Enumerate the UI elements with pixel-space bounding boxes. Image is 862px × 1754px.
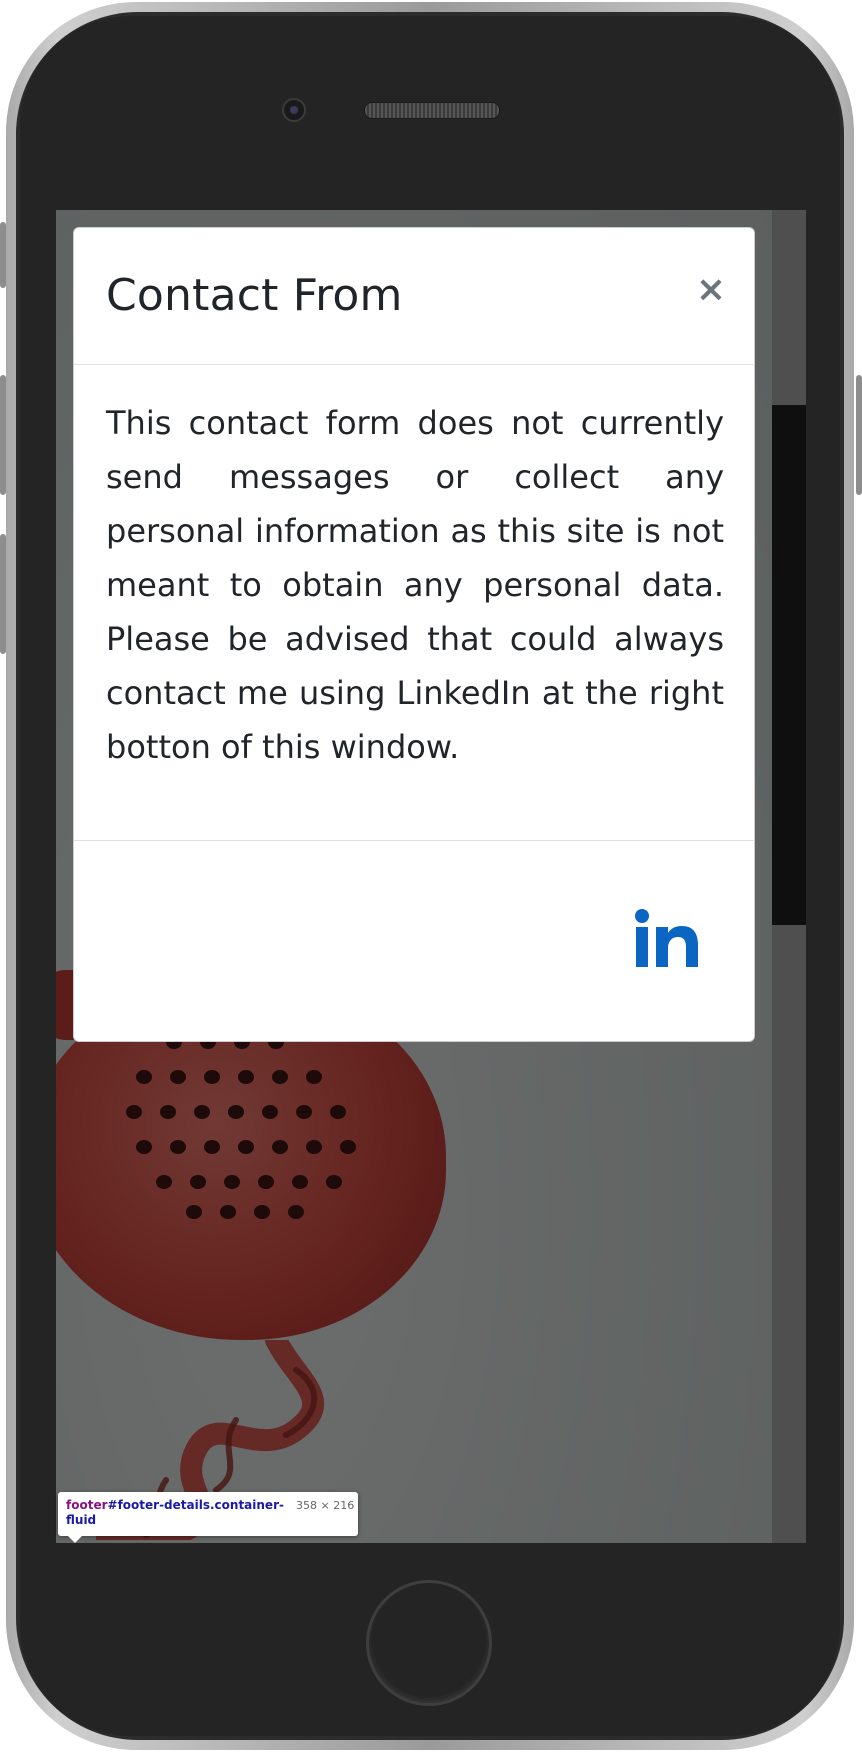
modal-header: Contact From × (74, 228, 754, 365)
modal-body-text: This contact form does not currently sen… (106, 404, 724, 766)
close-button[interactable]: × (691, 268, 731, 312)
volume-down-button (0, 534, 6, 654)
close-icon: × (695, 269, 727, 310)
earpiece-speaker (364, 102, 500, 119)
linkedin-icon[interactable] (634, 909, 700, 969)
devtools-size: 358 × 216 (296, 1499, 355, 1512)
power-button (856, 375, 862, 495)
modal-footer (74, 840, 754, 1041)
home-button[interactable] (366, 1580, 492, 1706)
devtools-tag-name: footer (66, 1498, 108, 1512)
volume-up-button (0, 375, 6, 495)
contact-modal: Contact From × This contact form does no… (73, 227, 755, 1042)
modal-title: Contact From (106, 270, 403, 321)
front-camera-icon (282, 98, 306, 122)
mute-switch (0, 222, 6, 288)
devtools-selector: footer#footer-details.container-fluid (66, 1498, 288, 1528)
devtools-element-tooltip: footer#footer-details.container-fluid 35… (58, 1492, 358, 1543)
